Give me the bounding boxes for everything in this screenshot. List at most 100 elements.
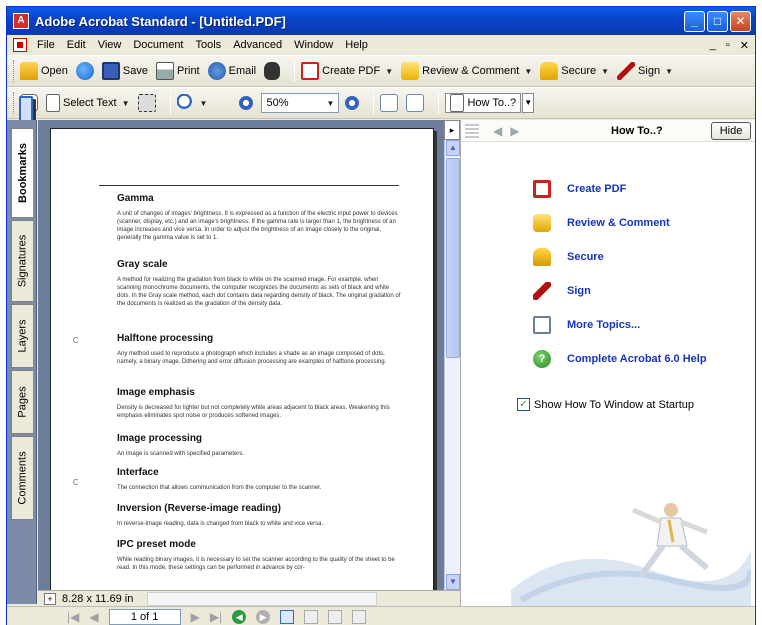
email-button[interactable]: Email [207, 62, 256, 80]
tab-layers[interactable]: Layers [11, 304, 33, 368]
document-icon[interactable] [13, 38, 27, 52]
topic-review-comment[interactable]: Review & Comment [533, 214, 670, 232]
tab-comments[interactable]: Comments [11, 436, 33, 520]
startup-checkbox[interactable]: ✓ [517, 398, 530, 411]
topic-create-pdf[interactable]: Create PDF [533, 180, 626, 198]
expand-pane-button[interactable]: ▸ [444, 120, 460, 140]
scroll-down-arrow[interactable]: ▼ [446, 574, 460, 590]
search-button[interactable] [264, 62, 281, 80]
doc-minimize-button[interactable]: _ [710, 39, 716, 52]
home-icon[interactable] [465, 123, 479, 138]
topic-label[interactable]: Create PDF [567, 183, 626, 195]
rotate-right-button[interactable] [406, 94, 425, 112]
facing-button[interactable] [328, 609, 343, 624]
view-toolbar: Select Text ▼ ▼ 50% ▼ How To..? ▼ [7, 87, 755, 566]
next-page-button[interactable]: ▶ [191, 610, 200, 624]
first-page-button[interactable]: |◀ [67, 610, 79, 624]
review-comment-label: Review & Comment [422, 65, 520, 77]
acrobat-icon[interactable]: A [13, 13, 29, 29]
menu-document[interactable]: Document [127, 39, 189, 51]
topic-label[interactable]: Review & Comment [567, 217, 670, 229]
topic-sign[interactable]: Sign [533, 282, 591, 300]
select-text-button[interactable]: Select Text ▼ [46, 94, 130, 112]
tab-signatures[interactable]: Signatures [11, 220, 33, 302]
maximize-button[interactable]: □ [707, 11, 728, 32]
menu-tools[interactable]: Tools [190, 39, 228, 51]
zoom-tool-button[interactable]: ▼ [176, 94, 208, 112]
previous-view-button[interactable]: ◀ [232, 609, 247, 624]
zoom-out-button[interactable] [239, 96, 254, 110]
open-button[interactable]: Open [20, 62, 68, 80]
chevron-down-icon[interactable]: ▼ [327, 99, 335, 108]
how-to-button[interactable]: How To..? [445, 93, 522, 113]
menu-file[interactable]: File [31, 39, 61, 51]
menu-view[interactable]: View [92, 39, 128, 51]
continuous-facing-button[interactable] [352, 609, 367, 624]
close-button[interactable]: ✕ [730, 11, 751, 32]
chevron-down-icon[interactable]: ▼ [601, 67, 609, 76]
chevron-down-icon[interactable]: ▼ [524, 67, 532, 76]
tab-pages[interactable]: Pages [11, 370, 33, 434]
chevron-down-icon[interactable]: ▼ [122, 99, 130, 108]
topic-label[interactable]: Complete Acrobat 6.0 Help [567, 353, 707, 365]
menu-window[interactable]: Window [288, 39, 339, 51]
title-bar[interactable]: A Adobe Acrobat Standard - [Untitled.PDF… [7, 7, 755, 35]
topic-label[interactable]: Secure [567, 251, 604, 263]
document-pane[interactable]: Gamma A unit of changes of images' brigh… [38, 120, 444, 590]
hide-button[interactable]: Hide [711, 122, 751, 140]
topic-label[interactable]: Sign [567, 285, 591, 297]
startup-option[interactable]: ✓ Show How To Window at Startup [517, 398, 694, 411]
continuous-button[interactable] [304, 609, 319, 624]
scrollbar-thumb[interactable] [446, 158, 460, 358]
print-button[interactable]: Print [156, 62, 200, 80]
sign-button[interactable]: Sign ▼ [617, 62, 673, 80]
page-size-bar: + 8.28 x 11.69 in [38, 590, 460, 606]
snapshot-button[interactable] [137, 94, 156, 112]
review-comment-button[interactable]: Review & Comment ▼ [401, 62, 532, 80]
toolbar-grip[interactable] [13, 92, 16, 114]
page-number-field[interactable]: 1 of 1 [108, 608, 181, 625]
last-page-button[interactable]: ▶| [210, 610, 222, 624]
how-to-dropdown[interactable]: ▼ [522, 93, 535, 113]
minimize-button[interactable]: _ [684, 11, 705, 32]
organizer-icon [75, 62, 94, 80]
chevron-down-icon[interactable]: ▼ [385, 67, 393, 76]
chevron-down-icon[interactable]: ▼ [200, 99, 208, 108]
create-pdf-label: Create PDF [322, 65, 381, 77]
secure-button[interactable]: Secure ▼ [540, 62, 609, 80]
horizontal-scrollbar[interactable] [147, 591, 378, 606]
pdf-page[interactable]: Gamma A unit of changes of images' brigh… [50, 128, 434, 590]
tab-bookmarks[interactable]: Bookmarks [11, 128, 33, 218]
create-pdf-button[interactable]: Create PDF ▼ [301, 62, 393, 80]
zoom-level-field[interactable]: 50% ▼ [261, 93, 340, 113]
menu-help[interactable]: Help [339, 39, 374, 51]
vertical-scrollbar[interactable]: ▲ ▼ [444, 140, 460, 590]
organizer-button[interactable] [75, 62, 94, 80]
rotate-left-button[interactable] [380, 94, 399, 112]
menu-edit[interactable]: Edit [61, 39, 92, 51]
topic-secure[interactable]: Secure [533, 248, 604, 266]
doc-restore-button[interactable]: ▫ [726, 39, 730, 52]
magnifier-icon [176, 94, 195, 112]
chevron-down-icon[interactable]: ▼ [665, 67, 673, 76]
toolbar-grip[interactable] [13, 60, 16, 82]
doc-close-button[interactable]: ✕ [740, 39, 749, 52]
zoom-in-button[interactable] [345, 96, 360, 110]
review-comment-icon [533, 214, 551, 232]
rotate-counterclockwise-icon [380, 94, 399, 112]
topic-complete-help[interactable]: ? Complete Acrobat 6.0 Help [533, 350, 707, 368]
save-button[interactable]: Save [101, 62, 148, 80]
scroll-up-arrow[interactable]: ▲ [446, 140, 460, 156]
topic-label[interactable]: More Topics... [567, 319, 640, 331]
figure-arm [632, 507, 662, 525]
page-size-icon[interactable]: + [44, 592, 56, 605]
how-to-header: ◀ ▶ How To..? Hide [461, 120, 755, 142]
menu-advanced[interactable]: Advanced [227, 39, 288, 51]
single-page-button[interactable] [280, 609, 295, 624]
next-view-button[interactable]: ▶ [256, 609, 271, 624]
back-arrow-icon[interactable]: ◀ [493, 124, 502, 138]
topic-more-topics[interactable]: More Topics... [533, 316, 640, 334]
toolbar-separator [294, 60, 296, 82]
previous-page-button[interactable]: ◀ [89, 610, 98, 624]
forward-arrow-icon[interactable]: ▶ [510, 124, 519, 138]
